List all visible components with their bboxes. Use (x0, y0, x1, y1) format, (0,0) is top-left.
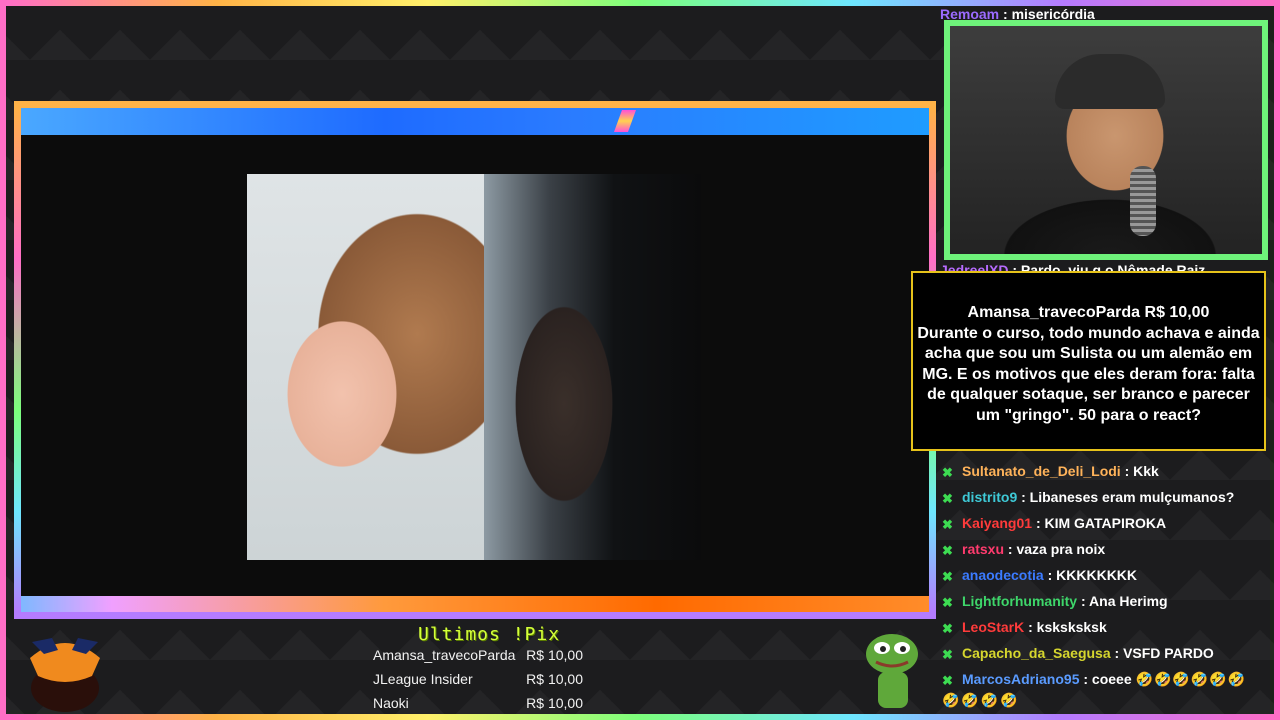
pix-amount: R$ 10,00 (526, 671, 583, 687)
chat-text: : coeee (1083, 671, 1132, 687)
alert-message: Durante o curso, todo mundo achava e ain… (917, 324, 1260, 424)
chat-message: ✖ LeoStarK : ksksksksk (940, 614, 1275, 640)
alert-header: Amansa_travecoParda R$ 10,00 (967, 304, 1210, 321)
chat-text: : Libaneses eram mulçumanos? (1021, 489, 1235, 505)
chat-username: anaodecotia (962, 567, 1044, 583)
badge-icon: ✖ (942, 621, 953, 636)
badge-icon: ✖ (942, 595, 953, 610)
chat-username: LeoStarK (962, 619, 1025, 635)
pix-row: Amansa_travecoParda R$ 10,00 (373, 647, 583, 663)
chat-text: : KIM GATAPIROKA (1035, 515, 1167, 531)
chat-message: ✖ anaodecotia : KKKKKKKK (940, 562, 1275, 588)
chat-username: Kaiyang01 (962, 515, 1033, 531)
streamer-cap (1055, 54, 1165, 109)
video-image-left-face (247, 174, 484, 560)
video-player (14, 101, 936, 619)
laugh-emote-icons: 🤣🤣🤣🤣🤣🤣 (1135, 671, 1247, 687)
pix-title: Ultimos !Pix (418, 624, 561, 645)
pix-donor: JLeague Insider (373, 671, 473, 687)
chat-message: ✖ Kaiyang01 : KIM GATAPIROKA (940, 510, 1275, 536)
chat-text: : VSFD PARDO (1114, 645, 1214, 661)
video-bottom-bar (21, 596, 929, 612)
badge-icon: ✖ (942, 673, 953, 688)
pix-row: JLeague Insider R$ 10,00 (373, 671, 583, 687)
microphone-icon (1130, 166, 1156, 236)
glitch-logo-icon (613, 110, 637, 132)
pepe-frog-icon (866, 634, 918, 708)
chat-message: ✖ Capacho_da_Saegusa : VSFD PARDO (940, 640, 1275, 666)
chat-message: ✖ distrito9 : Libaneses eram mulçumanos? (940, 484, 1275, 510)
badge-icon: ✖ (942, 465, 953, 480)
pix-amount: R$ 10,00 (526, 695, 583, 711)
video-top-bar (21, 108, 929, 135)
chat-username: Capacho_da_Saegusa (962, 645, 1111, 661)
badge-icon: ✖ (942, 543, 953, 558)
badge-icon: ✖ (942, 517, 953, 532)
chat-text: : vaza pra noix (1007, 541, 1106, 557)
pix-row: Naoki R$ 10,00 (373, 695, 583, 711)
webcam-feed (944, 20, 1268, 260)
badge-icon: ✖ (942, 569, 953, 584)
chat-text: : KKKKKKKK (1047, 567, 1138, 583)
chat-username: Lightforhumanity (962, 593, 1078, 609)
chat-text: : Kkk (1124, 463, 1159, 479)
video-image-right-face (484, 174, 701, 560)
donation-alert: Amansa_travecoParda R$ 10,00 Durante o c… (911, 271, 1266, 451)
chat-text: : ksksksksk (1028, 619, 1107, 635)
pix-donor: Amansa_travecoParda (373, 647, 516, 663)
chat-username: ratsxu (962, 541, 1005, 557)
chat-list: ✖ Sultanato_de_Deli_Lodi : Kkk ✖ distrito9… (940, 458, 1275, 692)
chat-text: : Ana Herimg (1081, 593, 1168, 609)
badge-icon: ✖ (942, 647, 953, 662)
chat-message: ✖ MarcosAdriano95 : coeee 🤣🤣🤣🤣🤣🤣 (940, 666, 1275, 692)
chat-message: ✖ ratsxu : vaza pra noix (940, 536, 1275, 562)
chat-username: MarcosAdriano95 (962, 671, 1080, 687)
pix-donor: Naoki (373, 695, 409, 711)
chat-message: ✖ Lightforhumanity : Ana Herimg (940, 588, 1275, 614)
laugh-emote-icons: 🤣🤣🤣🤣 (942, 692, 1020, 708)
chat-username: Sultanato_de_Deli_Lodi (962, 463, 1121, 479)
mascot-character-icon (30, 638, 100, 712)
chat-username: distrito9 (962, 489, 1018, 505)
chat-message: ✖ Sultanato_de_Deli_Lodi : Kkk (940, 458, 1275, 484)
pix-amount: R$ 10,00 (526, 647, 583, 663)
badge-icon: ✖ (942, 491, 953, 506)
